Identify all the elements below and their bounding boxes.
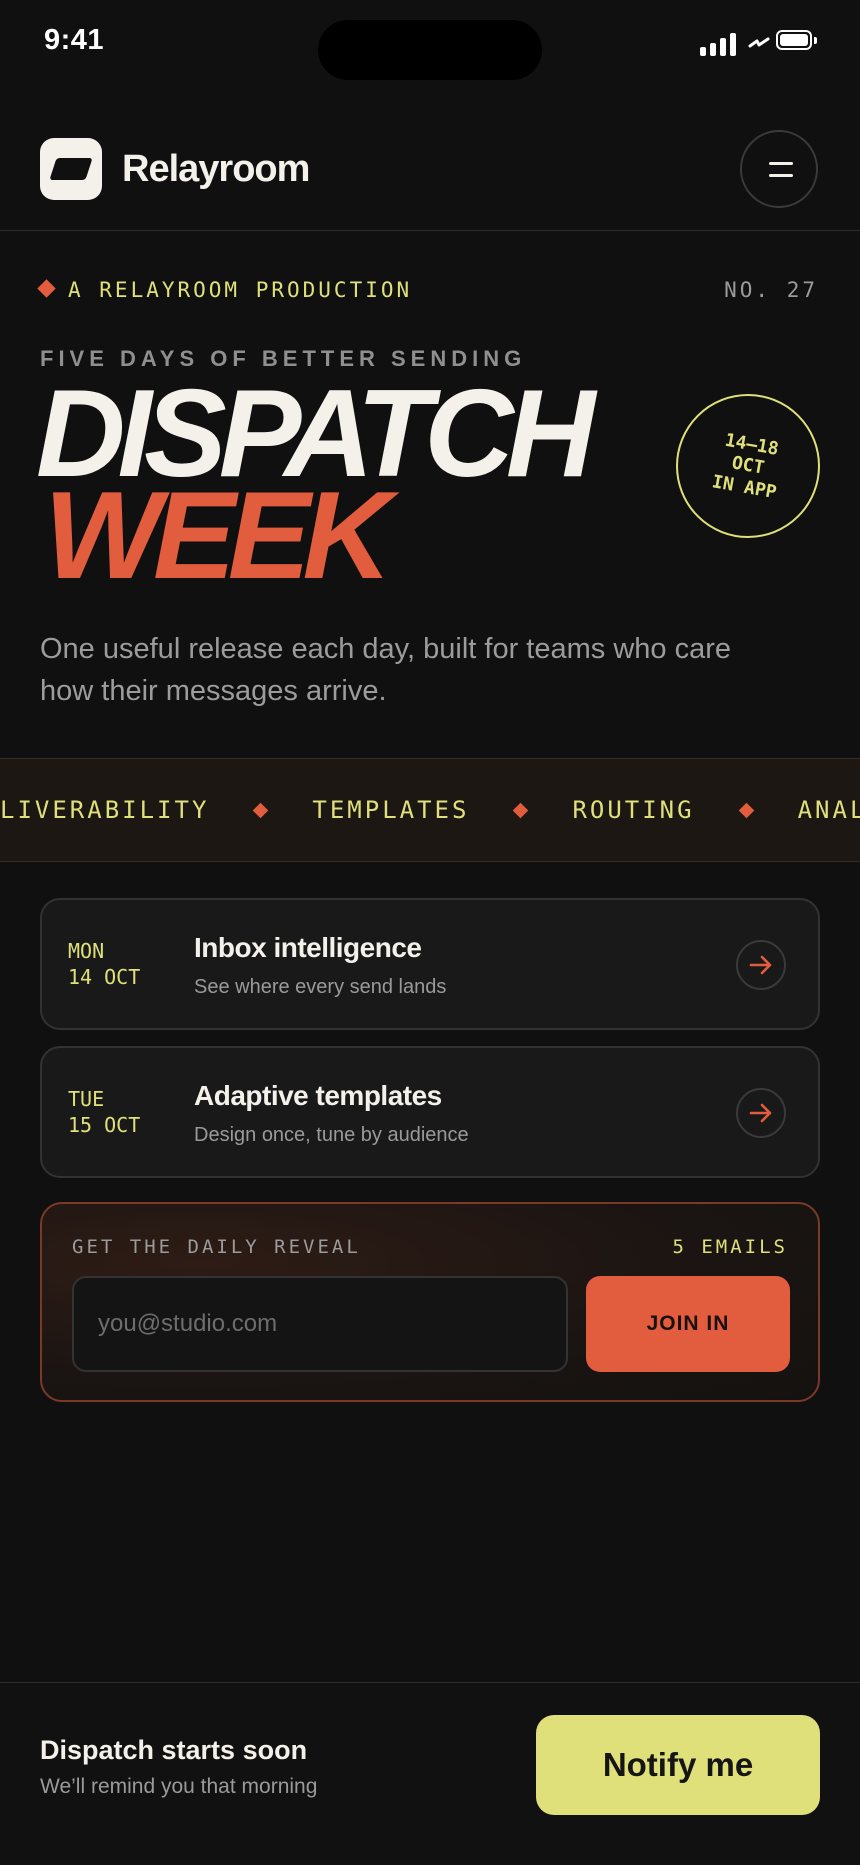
arrow-right-icon[interactable] <box>736 1088 786 1138</box>
brand-name[interactable]: Relayroom <box>122 148 310 191</box>
battery-icon <box>776 30 818 52</box>
ticker-item: LIVERABILITY <box>0 796 210 824</box>
card-title: Adaptive templates <box>194 1080 442 1111</box>
brand-logo-icon[interactable] <box>40 138 102 200</box>
schedule-card[interactable]: TUE 15 OCT Adaptive templates Design onc… <box>40 1046 820 1178</box>
menu-button[interactable] <box>740 130 818 208</box>
notify-button[interactable]: Notify me <box>536 1715 820 1815</box>
signup-email-count: 5 EMAILS <box>672 1236 788 1258</box>
wifi-icon <box>748 32 770 54</box>
reminder-title: Dispatch starts soon <box>40 1735 308 1765</box>
reminder-subtitle: We’ll remind you that morning <box>40 1775 318 1798</box>
card-date: 15 OCT <box>68 1113 141 1137</box>
date-badge-place: IN APP <box>710 470 779 503</box>
signup-panel: GET THE DAILY REVEAL 5 EMAILS JOIN IN <box>40 1202 820 1402</box>
join-button[interactable]: JOIN IN <box>586 1276 790 1372</box>
card-weekday: MON <box>68 939 105 963</box>
arrow-right-icon[interactable] <box>736 940 786 990</box>
schedule-card[interactable]: MON 14 OCT Inbox intelligence See where … <box>40 898 820 1030</box>
status-time: 9:41 <box>44 24 105 56</box>
issue-number: NO. 27 <box>724 278 818 302</box>
ticker-item: ANALYTI <box>797 796 860 824</box>
cellular-signal-icon <box>700 30 738 56</box>
topic-ticker: LIVERABILITY TEMPLATES ROUTING ANALYTI <box>0 758 860 862</box>
bottom-bar: Dispatch starts soon We’ll remind you th… <box>0 1682 860 1865</box>
ticker-item: TEMPLATES <box>312 796 470 824</box>
email-input[interactable] <box>72 1276 568 1372</box>
eyebrow-text: A RELAYROOM PRODUCTION <box>68 278 413 302</box>
diamond-icon <box>513 802 529 818</box>
hero-title-line2: WEEK <box>44 467 392 605</box>
diamond-icon <box>37 279 56 298</box>
signup-label: GET THE DAILY REVEAL <box>72 1236 361 1258</box>
card-date: 14 OCT <box>68 965 141 989</box>
diamond-icon <box>253 802 269 818</box>
header-divider <box>0 230 860 231</box>
date-badge: 14–18 OCT IN APP <box>676 394 820 538</box>
card-weekday: TUE <box>68 1087 105 1111</box>
dynamic-island <box>318 20 542 80</box>
card-title: Inbox intelligence <box>194 932 422 963</box>
card-subtitle: Design once, tune by audience <box>194 1124 469 1146</box>
menu-icon <box>769 162 793 165</box>
ticker-item: ROUTING <box>572 796 695 824</box>
diamond-icon <box>738 802 754 818</box>
hero-description: One useful release each day, built for t… <box>40 633 732 707</box>
card-subtitle: See where every send lands <box>194 976 447 998</box>
